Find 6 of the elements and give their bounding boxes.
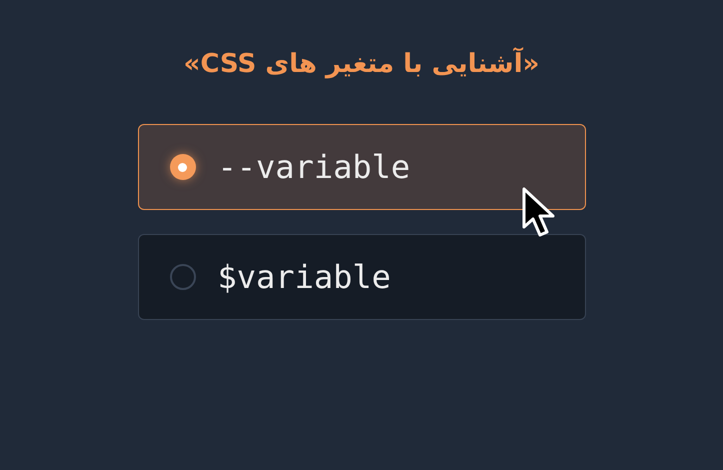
option-label: $variable <box>218 258 391 296</box>
radio-button[interactable] <box>170 264 196 290</box>
radio-option[interactable]: $variable <box>138 234 586 320</box>
option-label: --variable <box>218 148 410 186</box>
page-title: «آشنایی با متغیر های CSS» <box>184 46 540 81</box>
radio-button[interactable] <box>170 154 196 180</box>
